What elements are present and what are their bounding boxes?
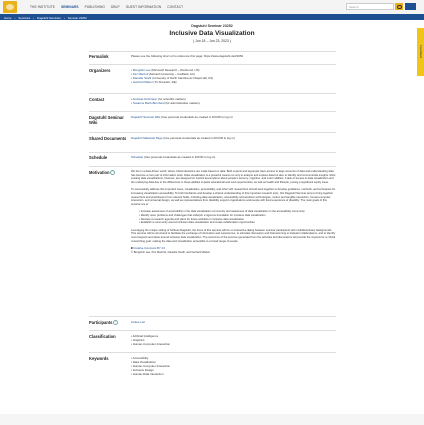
invitee-list-link[interactable]: Invitee List bbox=[131, 320, 145, 324]
classification-label: Classification bbox=[89, 334, 116, 339]
copyright-line: © Bongshin Lee, Kim Marriott, Danielle S… bbox=[131, 250, 211, 254]
divider bbox=[89, 132, 336, 133]
page-title: Inclusive Data Visualization bbox=[169, 30, 255, 37]
shared-documents-link[interactable]: Dagstuhl Materials Page bbox=[131, 136, 163, 140]
footer-strip bbox=[0, 414, 424, 425]
motivation-paragraph: We live in a data-driven world, where cr… bbox=[131, 170, 336, 184]
motivation-paragraph: Leveraging the unique setting of Schloss… bbox=[131, 228, 336, 243]
wiki-value: Dagstuhl Seminar Wiki (Use personal cred… bbox=[131, 115, 233, 119]
divider bbox=[89, 152, 336, 153]
organizer-link[interactable]: Gerhard Weber bbox=[133, 80, 153, 84]
contact-link[interactable]: Susanne Bach-Bernhard bbox=[133, 101, 165, 105]
motivation-text: We live in a data-driven world, where cr… bbox=[131, 170, 336, 254]
seminar-header: Dagstuhl Seminar 23252 Inclusive Data Vi… bbox=[0, 24, 424, 43]
wiki-link[interactable]: Dagstuhl Seminar Wiki bbox=[131, 115, 160, 119]
wiki-label: Dagstuhl Seminar Wiki bbox=[89, 115, 124, 125]
list-item: Establish a community around inclusive d… bbox=[139, 221, 336, 225]
keywords-label: Keywords bbox=[89, 356, 109, 361]
organizers-label: Organizers bbox=[89, 68, 111, 73]
nav-institute[interactable]: The Institute bbox=[30, 5, 55, 9]
divider bbox=[89, 51, 336, 52]
schedule-link[interactable]: Schedule bbox=[131, 155, 143, 159]
seminar-number: Dagstuhl Seminar 23252 bbox=[191, 24, 233, 28]
divider bbox=[89, 316, 336, 317]
list-item: Susanne Bach-Bernhard (for administrativ… bbox=[131, 101, 336, 105]
schedule-value: Schedule (Use personal credentials as cr… bbox=[131, 155, 216, 159]
breadcrumb-home[interactable]: Home bbox=[4, 16, 11, 20]
motivation-paragraph: To successfully address this important i… bbox=[131, 188, 336, 206]
list-item: Gerhard Weber (TU Dresden, DE) bbox=[131, 80, 336, 84]
breadcrumb: Home › Seminars › Dagstuhl Seminars › Semin… bbox=[4, 15, 87, 20]
list-item: Human-Data Interaction bbox=[131, 372, 336, 376]
schedule-label: Schedule bbox=[89, 155, 108, 160]
breadcrumb-current: Seminar 23252 bbox=[67, 15, 87, 20]
nav-guest-information[interactable]: Guest Information bbox=[126, 5, 162, 9]
seminar-dates: ( Jun 18 – Jun 23, 2023 ) bbox=[193, 39, 231, 43]
nav-contact[interactable]: Contact bbox=[167, 5, 183, 9]
shared-documents-label: Shared Documents bbox=[89, 136, 127, 141]
main-nav: The Institute Seminars Publishing dblp G… bbox=[30, 5, 183, 9]
divider bbox=[89, 64, 336, 65]
list-item: Human-Computer Interaction bbox=[131, 342, 336, 346]
breadcrumb-dagstuhl-seminars[interactable]: Dagstuhl Seminars bbox=[37, 16, 61, 20]
permalink-label: Permalink bbox=[89, 54, 109, 59]
shared-documents-value: Dagstuhl Materials Page (Use personal cr… bbox=[131, 136, 235, 140]
nav-publishing[interactable]: Publishing bbox=[85, 5, 105, 9]
permalink-text[interactable]: Please use the following short url to re… bbox=[131, 54, 336, 58]
search-icon[interactable] bbox=[395, 3, 403, 10]
info-icon[interactable]: i bbox=[110, 170, 116, 176]
menu-button[interactable] bbox=[405, 3, 416, 10]
keywords-list: Accessibility Data Visualization Human-C… bbox=[131, 356, 336, 376]
participants-label: Participants i bbox=[89, 320, 119, 326]
motivation-label: Motivation i bbox=[89, 170, 116, 176]
license-link[interactable]: Creative Commons BY 4.0 bbox=[133, 247, 165, 250]
participants-value: Invitee List bbox=[131, 320, 336, 324]
info-icon[interactable]: i bbox=[113, 320, 119, 326]
breadcrumb-seminars[interactable]: Seminars bbox=[18, 16, 30, 20]
divider bbox=[89, 352, 336, 353]
top-navigation-bar: The Institute Seminars Publishing dblp G… bbox=[0, 0, 424, 15]
search-input[interactable]: Search bbox=[346, 3, 394, 10]
divider bbox=[89, 330, 336, 331]
divider bbox=[89, 166, 336, 167]
contact-list: Andreas Dolzmann (for scientific matters… bbox=[131, 97, 336, 105]
divider bbox=[89, 111, 336, 112]
nav-dblp[interactable]: dblp bbox=[111, 5, 120, 9]
organizers-list: Bongshin Lee (Microsoft Research – Redmo… bbox=[131, 68, 336, 84]
dagstuhl-logo[interactable] bbox=[3, 1, 17, 13]
goals-list: Increase awareness of accessibility in t… bbox=[131, 210, 336, 224]
contact-label: Contact bbox=[89, 97, 105, 102]
divider bbox=[89, 93, 336, 94]
nav-seminars[interactable]: Seminars bbox=[61, 5, 79, 9]
classification-list: Artificial Intelligence Graphics Human-C… bbox=[131, 334, 336, 346]
